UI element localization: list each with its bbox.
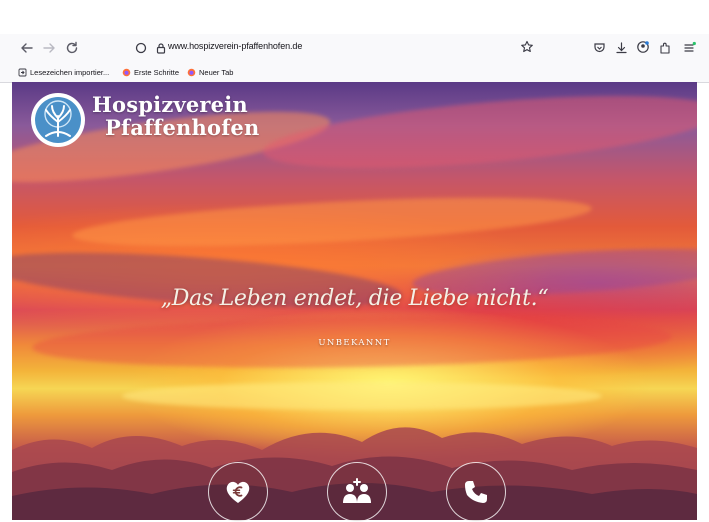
heart-euro-icon (226, 481, 250, 503)
phone-icon (465, 481, 487, 503)
arrow-right-icon (43, 43, 55, 53)
hospizverein-logo[interactable] (30, 92, 86, 148)
download-icon (615, 41, 627, 53)
forward-button[interactable] (40, 39, 58, 57)
downloads-button[interactable] (612, 38, 630, 56)
import-icon (18, 68, 27, 76)
arrow-left-icon (21, 43, 33, 53)
bookmark-new-tab[interactable]: Neuer Tab (187, 65, 233, 79)
firefox-icon (187, 68, 196, 76)
bookmark-label: Erste Schritte (134, 67, 180, 77)
pocket-button[interactable] (590, 38, 608, 56)
account-icon (637, 41, 649, 53)
brand-line-2: Pfaffenhofen (105, 115, 260, 140)
cloud-streak (71, 188, 593, 256)
app-menu-button[interactable] (680, 38, 698, 56)
bookmark-label: Neuer Tab (199, 67, 234, 77)
hamburger-icon (683, 41, 696, 52)
firefox-icon (122, 68, 131, 76)
group-add-icon (343, 478, 371, 503)
reload-icon (66, 41, 78, 54)
lock-icon[interactable] (155, 42, 167, 54)
puzzle-icon (659, 42, 670, 54)
membership-button[interactable] (327, 462, 387, 522)
bookmark-import[interactable]: Lesezeichen importier... (18, 65, 109, 79)
tracking-shield-icon[interactable] (135, 42, 147, 54)
browser-tab-strip (0, 0, 709, 34)
bookmark-label: Lesezeichen importier... (30, 67, 110, 77)
brand-name[interactable]: Hospizverein Pfaffenhofen (92, 94, 259, 138)
reload-button[interactable] (63, 39, 81, 57)
bookmark-star-button[interactable] (518, 38, 536, 56)
donate-button[interactable] (208, 462, 268, 522)
pocket-icon (593, 42, 605, 52)
cloud-streak (260, 82, 697, 182)
cloud-streak (122, 382, 602, 410)
star-icon (521, 40, 533, 53)
back-button[interactable] (18, 39, 36, 57)
account-button[interactable] (634, 38, 652, 56)
extensions-button[interactable] (656, 38, 674, 56)
brand-line-1: Hospizverein (92, 92, 248, 117)
url-field[interactable]: www.hospizverein-pfaffenhofen.de (168, 41, 302, 51)
quote-author: UNBEKANNT (318, 338, 391, 348)
bookmark-first-steps[interactable]: Erste Schritte (122, 65, 179, 79)
contact-phone-button[interactable] (446, 462, 506, 522)
address-bar-icons (135, 39, 167, 57)
hero-quote: „Das Leben endet, die Liebe nicht.“ (160, 286, 549, 311)
